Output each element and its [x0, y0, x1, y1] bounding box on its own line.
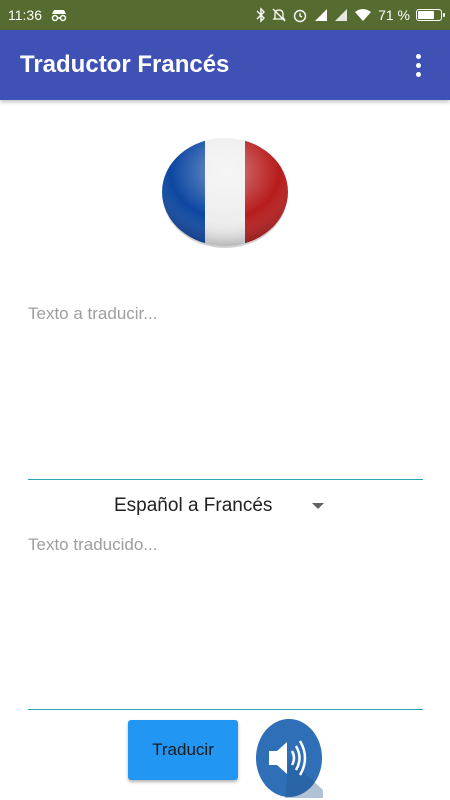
status-bar: 11:36 71 % [0, 0, 450, 30]
status-time: 11:36 [8, 7, 42, 23]
translated-text-output[interactable] [28, 535, 423, 710]
bluetooth-icon [256, 7, 266, 23]
incognito-icon [50, 8, 68, 22]
mute-icon [272, 7, 286, 23]
overflow-menu-icon[interactable] [406, 45, 430, 85]
alarm-icon [292, 7, 308, 23]
signal-icon [334, 8, 348, 22]
battery-icon [416, 9, 445, 21]
battery-fill [418, 11, 434, 19]
app-title: Traductor Francés [20, 51, 230, 78]
app-bar: Traductor Francés [0, 30, 450, 100]
speaker-icon[interactable] [255, 718, 323, 798]
signal-icon [314, 8, 328, 22]
wifi-icon [354, 8, 372, 22]
language-selector-label: Español a Francés [114, 495, 273, 516]
language-selector[interactable]: Español a Francés [100, 490, 350, 522]
translate-button[interactable]: Traducir [128, 720, 238, 780]
battery-percent: 71 % [378, 7, 410, 23]
france-flag-icon [160, 138, 290, 250]
source-text-input[interactable] [28, 304, 423, 480]
dropdown-arrow-icon [312, 503, 324, 509]
